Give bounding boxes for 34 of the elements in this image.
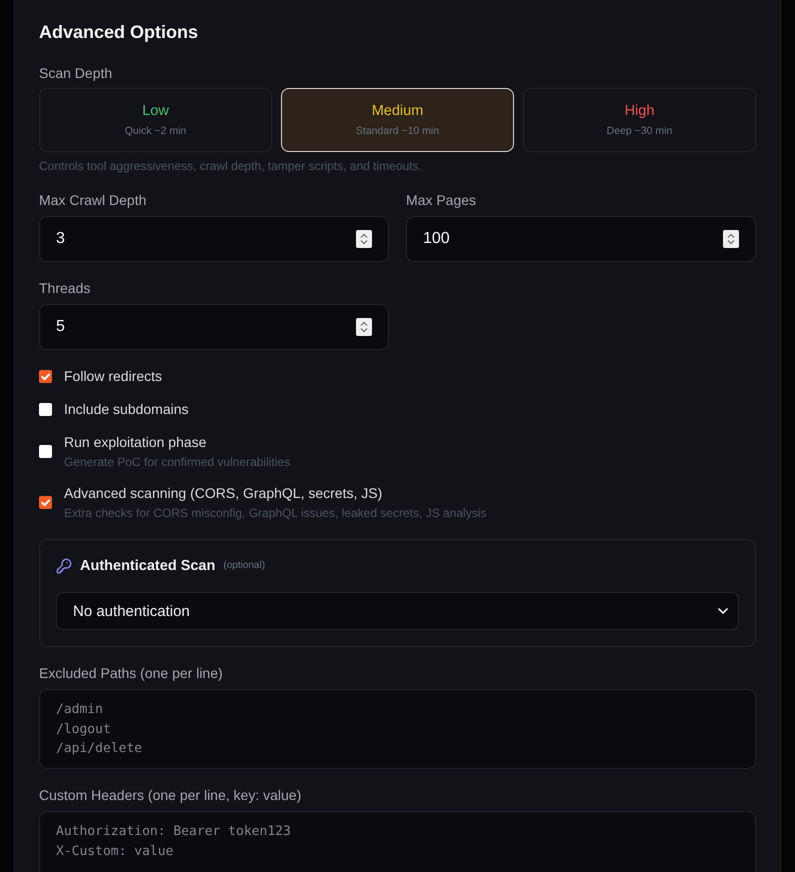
field-label: Excluded Paths (one per line) (39, 664, 224, 683)
stepper-button[interactable] (723, 230, 739, 248)
field-label: Threads (39, 279, 92, 298)
number-field[interactable]: 100 (406, 216, 756, 262)
help-text: Controls tool aggressiveness, crawl depth, tamper scripts, and timeouts. (39, 158, 423, 174)
checkbox[interactable] (39, 370, 52, 382)
option-description: Extra checks for CORS misconfig, GraphQL issues, leaked secrets, JS analysis (64, 505, 486, 521)
checkbox[interactable] (39, 496, 52, 508)
stepper-button[interactable] (356, 230, 372, 248)
chevron-down-icon (718, 608, 728, 614)
option-label: Follow redirects (64, 367, 162, 386)
number-field[interactable]: 3 (39, 216, 389, 262)
option-label: Include subdomains (64, 400, 189, 419)
section-title: Advanced Options (39, 21, 200, 44)
field-label: Max Pages (406, 191, 478, 210)
scan-depth-option[interactable]: Medium Standard ~10 min (281, 88, 514, 152)
scan-depth-option[interactable]: High Deep ~30 min (523, 88, 756, 152)
textarea-field[interactable]: /admin /logout /api/delete (39, 689, 756, 769)
optional-note: (optional) (223, 559, 266, 573)
auth-select[interactable]: No authentication (56, 592, 739, 630)
stepper-button[interactable] (356, 318, 372, 336)
option-label: Run exploitation phase (64, 433, 208, 452)
field-label: Custom Headers (one per line, key: value) (39, 786, 302, 805)
textarea-field[interactable]: Authorization: Bearer token123 X-Custom: value (39, 811, 756, 872)
option-label: Advanced scanning (CORS, GraphQL, secrets, JS) (64, 484, 384, 503)
checkbox[interactable] (39, 444, 52, 458)
key-icon (56, 558, 72, 574)
scan-depth-option[interactable]: Low Quick ~2 min (39, 88, 272, 152)
checkbox[interactable] (39, 402, 52, 416)
field-label: Scan Depth (39, 64, 114, 83)
option-description: Generate PoC for confirmed vulnerabilities (64, 454, 290, 470)
number-field[interactable]: 5 (39, 304, 389, 350)
card-title: Authenticated Scan (80, 557, 216, 576)
field-label: Max Crawl Depth (39, 191, 148, 210)
